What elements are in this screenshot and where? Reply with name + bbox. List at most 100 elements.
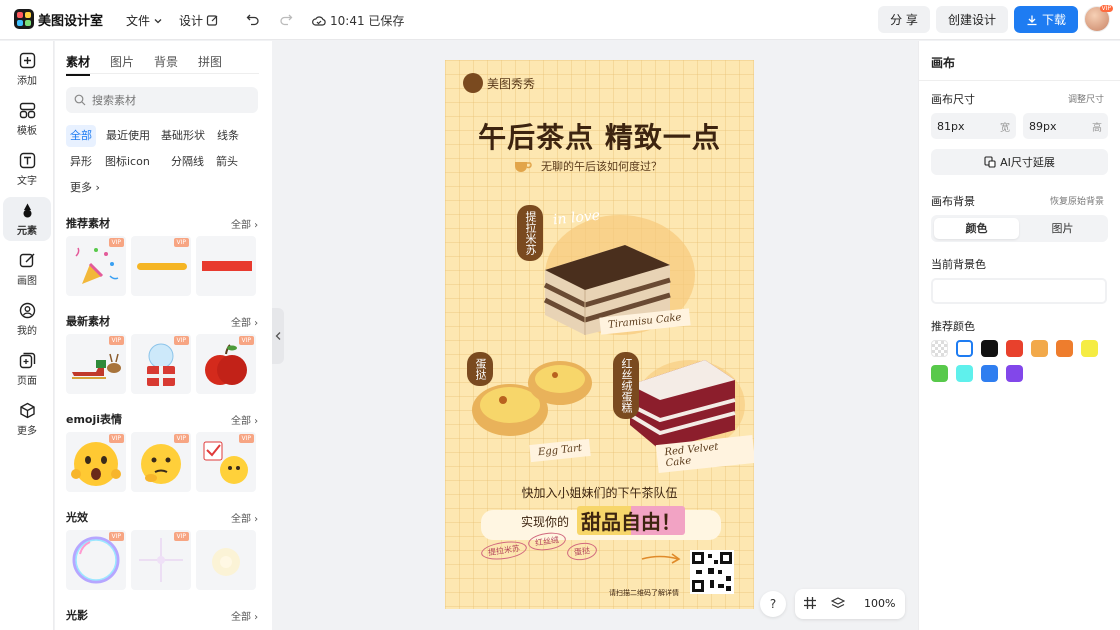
chip-more[interactable]: 更多 › (66, 177, 104, 199)
cloud-check-icon (312, 15, 326, 26)
add-page-icon (19, 352, 35, 368)
left-rail: 添加 模板 文字 元素 画图 我的 页面 更多 (0, 41, 54, 630)
bg-color-tab[interactable]: 颜色 (934, 218, 1019, 239)
grid-icon[interactable] (803, 596, 817, 610)
vip-badge: VIP (173, 238, 189, 247)
chip-icons[interactable]: 图标icon (101, 151, 154, 173)
app-logo[interactable]: 美图设计室 (14, 9, 103, 29)
height-field[interactable]: 89px 高 (1023, 113, 1108, 139)
see-all-latest[interactable]: 全部 › (231, 314, 258, 329)
color-swatch[interactable] (1006, 340, 1023, 357)
download-button[interactable]: 下载 (1014, 6, 1078, 33)
rail-item-more[interactable]: 更多 (3, 397, 51, 441)
material-thumb[interactable]: VIP (66, 334, 126, 394)
bg-image-tab[interactable]: 图片 (1020, 218, 1105, 239)
redo-button[interactable] (277, 11, 295, 29)
material-thumb[interactable]: VIP (66, 432, 126, 492)
layers-icon[interactable] (831, 596, 845, 610)
rail-item-template[interactable]: 模板 (3, 97, 51, 141)
material-thumb[interactable]: VIP (66, 236, 126, 296)
color-swatch[interactable] (1031, 340, 1048, 357)
current-bg-color-field[interactable] (931, 278, 1107, 304)
color-swatch[interactable] (1081, 340, 1098, 357)
see-all-label: 全部 (231, 220, 251, 231)
rail-label-template: 模板 (17, 125, 37, 137)
material-thumb[interactable]: VIP (66, 530, 126, 590)
width-unit: 宽 (1000, 122, 1010, 134)
width-field[interactable]: 81px 宽 (931, 113, 1016, 139)
chip-lines[interactable]: 线条 (213, 125, 243, 147)
shapes-icon (23, 203, 31, 217)
color-swatch[interactable] (956, 365, 973, 382)
chip-recent[interactable]: 最近使用 (102, 125, 154, 147)
rail-label-page: 页面 (17, 375, 37, 387)
section-title-recommended: 推荐素材 (66, 217, 110, 230)
material-thumb[interactable]: VIP (131, 236, 191, 296)
help-button[interactable]: ? (760, 591, 786, 617)
see-all-light-effects[interactable]: 全部 › (231, 510, 258, 525)
ai-size-extend-button[interactable]: AI尺寸延展 (931, 149, 1108, 175)
see-all-recommended[interactable]: 全部 › (231, 216, 258, 231)
canvas-poster[interactable]: 美图秀秀 午后茶点 精致一点 无聊的午后该如何度过？ 提拉米苏 in love … (445, 60, 754, 609)
create-design-button[interactable]: 创建设计 (936, 6, 1008, 33)
see-all-light-shadow[interactable]: 全部 › (231, 608, 258, 623)
see-all-label: 全部 (231, 318, 251, 329)
color-swatch[interactable] (1056, 340, 1073, 357)
chip-dividers[interactable]: 分隔线 (167, 151, 208, 173)
material-thumb[interactable]: VIP (131, 334, 191, 394)
material-thumb[interactable]: VIP (196, 432, 256, 492)
vip-badge: VIP (108, 238, 124, 247)
rail-item-mine[interactable]: 我的 (3, 297, 51, 341)
collapse-panel-button[interactable] (272, 308, 284, 364)
avatar[interactable]: VIP (1084, 5, 1113, 32)
rail-item-add[interactable]: 添加 (3, 47, 51, 91)
undo-button[interactable] (244, 11, 262, 29)
canvas-bg-label: 画布背景 (931, 195, 975, 208)
chip-all[interactable]: 全部 (66, 125, 96, 147)
chip-special-shapes[interactable]: 异形 (66, 151, 96, 173)
yellow-stroke-shape (137, 263, 187, 270)
vip-badge: VIP (108, 336, 124, 345)
color-swatch[interactable] (931, 365, 948, 382)
color-swatch[interactable] (931, 340, 948, 357)
rail-label-more: 更多 (17, 425, 37, 437)
material-thumb[interactable]: VIP (131, 432, 191, 492)
tab-divider (66, 73, 259, 74)
qr-code-icon (692, 552, 732, 592)
material-thumb[interactable] (196, 236, 256, 296)
rail-item-text[interactable]: 文字 (3, 147, 51, 191)
see-all-emoji[interactable]: 全部 › (231, 412, 258, 427)
edit-icon (206, 15, 218, 26)
rail-label-mine: 我的 (17, 325, 37, 337)
color-swatch[interactable] (956, 340, 973, 357)
handwritten-egg-tart: 蛋挞 (565, 540, 599, 563)
color-swatch[interactable] (981, 340, 998, 357)
color-swatch[interactable] (981, 365, 998, 382)
vip-badge: VIP (238, 336, 254, 345)
material-thumb[interactable] (196, 530, 256, 590)
design-menu[interactable]: 设计 (179, 12, 219, 29)
file-menu[interactable]: 文件 (126, 12, 163, 29)
share-button[interactable]: 分 享 (878, 6, 930, 33)
material-thumb[interactable]: VIP (196, 334, 256, 394)
material-thumb[interactable]: VIP (131, 530, 191, 590)
restore-bg-link[interactable]: 恢复原始背景 (1050, 194, 1104, 207)
vip-badge: VIP (173, 434, 189, 443)
poster-title: 午后茶点 精致一点 (478, 121, 721, 154)
rail-item-elements[interactable]: 元素 (3, 197, 51, 241)
vip-badge: VIP (238, 434, 254, 443)
search-box[interactable] (66, 87, 258, 113)
chip-arrows[interactable]: 箭头 (212, 151, 242, 173)
search-input[interactable] (92, 93, 242, 107)
width-value: 81px (937, 119, 965, 133)
zoom-level[interactable]: 100% (864, 597, 895, 610)
save-status-text: 10:41 已保存 (330, 14, 405, 28)
rail-item-draw[interactable]: 画图 (3, 247, 51, 291)
rail-item-page[interactable]: 页面 (3, 347, 51, 391)
chip-basic-shapes[interactable]: 基础形状 (157, 125, 209, 147)
adjust-size-link[interactable]: 调整尺寸 (1068, 92, 1104, 105)
cube-icon (19, 402, 35, 418)
material-panel: 素材 图片 背景 拼图 全部 最近使用 基础形状 线条 异形 图标icon 分隔… (55, 41, 272, 630)
section-title-emoji: emoji表情 (66, 413, 123, 426)
color-swatch[interactable] (1006, 365, 1023, 382)
